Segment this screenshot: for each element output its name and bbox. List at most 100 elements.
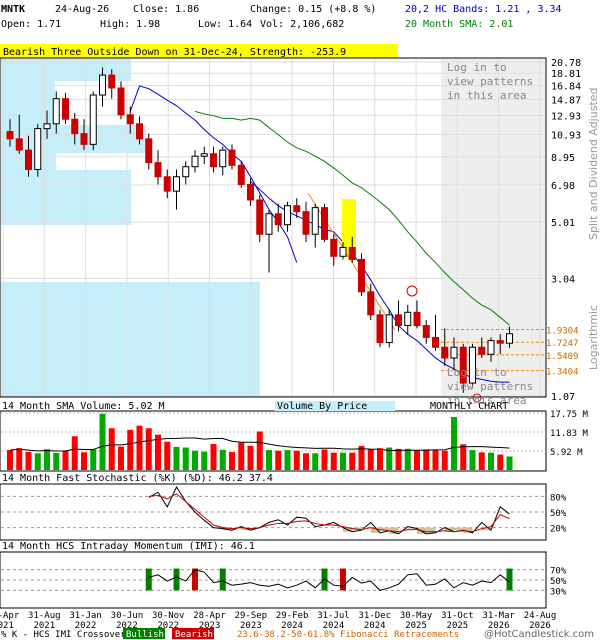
login-text-1: Log in to: [447, 61, 507, 74]
volume-bar: [303, 453, 309, 470]
sma-label: 20 Month SMA: 2.01: [405, 19, 513, 30]
candle-body: [376, 314, 384, 344]
price-tick-label: 8.95: [551, 153, 575, 164]
price-tick-label: 18.81: [551, 69, 581, 80]
logarithmic-label: Logarithmic: [587, 305, 600, 370]
candle-body: [80, 133, 88, 145]
candle-body: [182, 166, 190, 178]
volume-bar: [432, 450, 439, 470]
volume-bar: [210, 443, 217, 470]
volume-tick-label: 11.83 M: [550, 429, 589, 439]
volume-bar: [7, 450, 13, 470]
volume-bar: [256, 431, 263, 470]
volume-bar: [44, 449, 50, 470]
candle-body: [293, 205, 301, 213]
crossover-bar: [173, 568, 180, 591]
price-tick-label: 16.84: [551, 82, 581, 93]
volume-bar: [340, 452, 346, 470]
candle-body: [265, 213, 273, 235]
volume-bar: [349, 452, 356, 470]
volume-bar: [173, 446, 180, 470]
oversold-fill: [454, 527, 464, 531]
bearish-label: Bearish: [175, 630, 213, 640]
candle-body: [126, 114, 134, 125]
stochastic-panel: [0, 483, 547, 541]
volume-bar: [53, 452, 60, 470]
candle-body: [71, 118, 79, 135]
x-tick-label: 31-Oct: [441, 611, 474, 621]
volume-bar: [423, 449, 430, 470]
volume-bar: [367, 449, 374, 470]
x-tick-label: 29-Feb: [276, 611, 309, 621]
x-tick-label: 30-May: [400, 611, 433, 621]
price-tick-label: 10.93: [551, 130, 581, 141]
volume-bar: [266, 450, 272, 470]
crossover-bar: [145, 568, 152, 591]
x-tick-label: 31-Jan: [69, 611, 102, 621]
volume-bar: [247, 445, 254, 470]
candle-body: [6, 131, 14, 140]
volume-bar: [238, 442, 245, 470]
low-value: Low: 1.64: [198, 19, 252, 30]
volume-panel: [0, 410, 547, 472]
candle-body: [321, 207, 328, 240]
candle-body: [108, 74, 116, 89]
volume-bar: [108, 428, 115, 470]
chart-root: MNTK 24-Aug-26 Close: 1.86 Change: 0.15 …: [0, 4, 600, 640]
candle-body: [432, 336, 439, 348]
candle-body: [247, 184, 254, 201]
imi-tick-label: 70%: [550, 567, 567, 577]
vbp-bar: [1, 282, 260, 396]
stochastic-tick-label: 50%: [550, 509, 567, 519]
volume-bar: [164, 441, 171, 470]
candle-body: [191, 155, 199, 168]
x-tick-label: 30-Nov: [152, 611, 185, 621]
split-adjusted-label: Split and Dividend Adjusted: [587, 87, 600, 240]
candle-body: [395, 314, 402, 327]
x-tick-label: 30-Jun: [111, 611, 144, 621]
candle-body: [302, 211, 310, 235]
candle-body: [450, 346, 458, 359]
candle-body: [506, 333, 513, 344]
candle-body: [496, 340, 504, 344]
volume-bar: [118, 446, 124, 470]
volume-bar: [469, 450, 476, 470]
volume-bar: [497, 454, 504, 470]
candle-body: [89, 94, 97, 145]
candle-body: [441, 346, 449, 359]
x-tick-label: 31-Aug: [28, 611, 61, 621]
volume-bar: [488, 452, 494, 470]
volume-bar: [414, 450, 420, 470]
candle-body: [478, 346, 486, 355]
candle-body: [339, 247, 347, 257]
candle-body: [330, 238, 338, 257]
login-text-4: Log in to: [447, 366, 507, 379]
candle-body: [274, 213, 282, 226]
bullish-label: Bullish: [126, 630, 164, 640]
volume-bar: [377, 448, 383, 470]
candle-body: [62, 98, 69, 120]
volume-bar: [90, 449, 97, 470]
candle-body: [219, 149, 227, 168]
price-tick-label: 5.01: [551, 218, 575, 229]
hc-bands-label: 20,2 HC Bands: 1.21 , 3.34: [405, 4, 562, 15]
volume-bar: [182, 447, 189, 470]
volume-bar: [201, 451, 208, 470]
price-tick-label: 1.07: [551, 392, 575, 403]
vbp-bar: [1, 170, 131, 225]
volume-bar: [321, 449, 328, 470]
volume-bar: [441, 450, 448, 470]
price-tick-label: 6.98: [551, 181, 575, 192]
symbol: MNTK: [1, 4, 25, 15]
change-value: Change: 0.15 (+8.8 %): [250, 4, 376, 15]
candle-body: [413, 311, 421, 327]
candle-body: [487, 340, 495, 355]
fib-price-label: 1.9304: [546, 327, 579, 337]
x-tick-label: 31-Mar: [482, 611, 515, 621]
candle-body: [256, 199, 264, 235]
stochastic-tick-label: 80%: [550, 493, 567, 503]
candle-body: [311, 207, 319, 235]
price-tick-label: 12.93: [551, 111, 581, 122]
stochastic-tick-label: 20%: [550, 525, 567, 535]
volume-bar: [62, 450, 69, 470]
